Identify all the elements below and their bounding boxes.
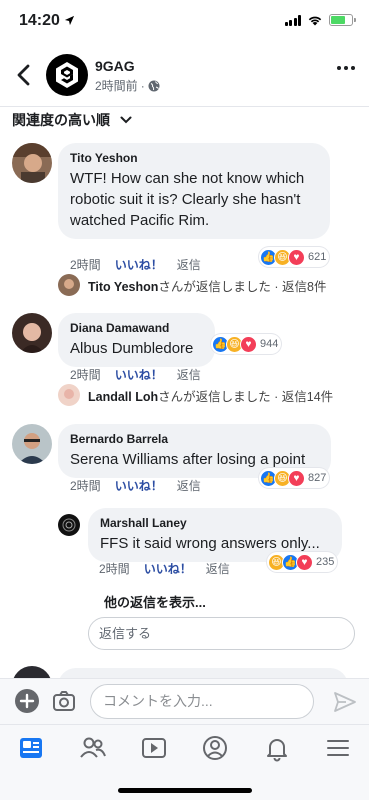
- notifications-icon[interactable]: [262, 733, 292, 763]
- replies-summary[interactable]: Landall Lohさんが返信しました · 返信14件: [58, 384, 333, 406]
- comment-actions: 2時間 いいね！ 返信: [70, 477, 201, 494]
- wifi-icon: [308, 16, 322, 26]
- comment-author[interactable]: Diana Damawand: [70, 320, 203, 336]
- comment-time: 2時間: [70, 258, 101, 272]
- reply-time: 2時間: [99, 562, 130, 576]
- love-reaction-icon: ♥: [288, 469, 305, 487]
- like-button[interactable]: いいね！: [115, 477, 163, 494]
- reply-button[interactable]: 返信: [177, 366, 201, 383]
- replies-count: さんが返信しました · 返信8件: [158, 279, 327, 294]
- sort-selector[interactable]: 関連度の高い順: [12, 110, 132, 130]
- chevron-down-icon: [120, 116, 132, 124]
- header-divider: [0, 106, 369, 107]
- post-meta: 2時間前 ·: [95, 77, 160, 94]
- reply-input[interactable]: 返信する: [88, 617, 355, 650]
- cellular-signal-icon: [284, 14, 301, 26]
- avatar[interactable]: [12, 143, 52, 183]
- battery-icon: [329, 14, 356, 26]
- avatar[interactable]: [58, 514, 80, 536]
- reactions-badge[interactable]: 👍 😆 ♥ 621: [259, 247, 330, 267]
- reactions-badge[interactable]: 😆 👍 ♥ 235: [267, 552, 338, 572]
- love-reaction-icon: ♥: [240, 335, 257, 353]
- avatar: [58, 274, 80, 296]
- news-feed-icon[interactable]: [16, 733, 46, 763]
- comment-actions: 2時間 いいね！ 返信: [70, 256, 201, 273]
- reaction-count: 827: [308, 472, 327, 484]
- page-name[interactable]: 9GAG: [95, 58, 135, 74]
- sort-label: 関連度の高い順: [12, 112, 110, 128]
- comment-bubble: Tito Yeshon WTF! How can she not know wh…: [58, 143, 330, 239]
- comment-composer: コメントを入力...: [0, 678, 369, 724]
- reply-button[interactable]: 返信: [177, 477, 201, 494]
- avatar[interactable]: [12, 313, 52, 353]
- comment-text: Albus Dumbledore: [70, 340, 194, 357]
- comment-time: 2時間: [70, 368, 101, 382]
- comment-text: WTF! How can she not know which robotic …: [70, 170, 305, 229]
- plus-icon[interactable]: [15, 689, 39, 713]
- send-icon[interactable]: [333, 690, 357, 714]
- comment-actions: 2時間 いいね！ 返信: [70, 366, 201, 383]
- comment-text: Serena Williams after losing a point: [70, 451, 306, 468]
- show-more-replies-link[interactable]: 他の返信を表示...: [104, 592, 206, 611]
- comment-author[interactable]: Bernardo Barrela: [70, 431, 319, 447]
- more-icon[interactable]: [337, 66, 355, 70]
- location-arrow-icon: [65, 15, 75, 26]
- reply-author: Tito Yeshon: [88, 279, 159, 294]
- like-button[interactable]: いいね！: [115, 256, 163, 273]
- status-bar: 14:20: [0, 0, 369, 44]
- post-header: 9GAG 2時間前 ·: [0, 44, 369, 106]
- reply-actions: 2時間 いいね！ 返信: [99, 560, 230, 577]
- back-arrow-icon[interactable]: [12, 60, 36, 90]
- like-button[interactable]: いいね！: [115, 366, 163, 383]
- friends-icon[interactable]: [78, 733, 108, 763]
- reaction-count: 944: [260, 338, 279, 350]
- reactions-badge[interactable]: 👍 😆 ♥ 944: [211, 334, 282, 354]
- love-reaction-icon: ♥: [296, 553, 313, 571]
- globe-icon: [148, 80, 160, 91]
- profile-icon[interactable]: [200, 733, 230, 763]
- reply-author[interactable]: Marshall Laney: [100, 515, 330, 531]
- status-time: 14:20: [19, 12, 75, 30]
- page-logo[interactable]: [46, 54, 88, 96]
- watch-icon[interactable]: [139, 733, 169, 763]
- like-button[interactable]: いいね！: [144, 560, 192, 577]
- comment-time: 2時間: [70, 479, 101, 493]
- comment-bubble: Diana Damawand Albus Dumbledore: [58, 313, 215, 367]
- menu-icon[interactable]: [323, 733, 353, 763]
- love-reaction-icon: ♥: [288, 248, 305, 266]
- reply-button[interactable]: 返信: [206, 560, 230, 577]
- camera-icon[interactable]: [52, 689, 76, 713]
- home-indicator: [118, 788, 252, 793]
- post-timestamp: 2時間前: [95, 79, 138, 93]
- reply-text: FFS it said wrong answers only...: [100, 535, 320, 552]
- reactions-badge[interactable]: 👍 😆 ♥ 827: [259, 468, 330, 488]
- reply-author: Landall Loh: [88, 389, 159, 404]
- avatar: [58, 384, 80, 406]
- avatar[interactable]: [12, 424, 52, 464]
- reaction-count: 621: [308, 251, 327, 263]
- reaction-count: 235: [316, 556, 335, 568]
- comment-author[interactable]: Tito Yeshon: [70, 150, 318, 166]
- 9gag-logo-icon: [56, 62, 78, 88]
- reply-button[interactable]: 返信: [177, 256, 201, 273]
- replies-summary[interactable]: Tito Yeshonさんが返信しました · 返信8件: [58, 274, 326, 296]
- comment-input[interactable]: コメントを入力...: [90, 684, 314, 719]
- replies-count: さんが返信しました · 返信14件: [158, 389, 334, 404]
